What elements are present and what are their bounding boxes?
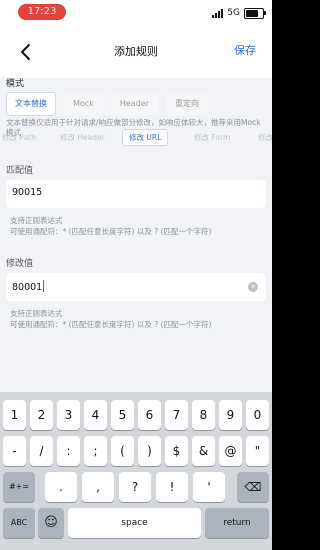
key-exclamation[interactable]: ! (156, 472, 188, 502)
key-4[interactable]: 4 (84, 400, 107, 430)
key-9[interactable]: 9 (219, 400, 242, 430)
match-value: 90015 (12, 187, 43, 198)
key-6[interactable]: 6 (138, 400, 161, 430)
status-indicators: 5G (212, 6, 266, 20)
status-time: 17:23 (18, 4, 66, 20)
replace-value: 80001 (12, 282, 43, 293)
replace-value-wrap: 80001 (12, 280, 45, 293)
mode-option-redirect[interactable]: 重定向 (165, 92, 208, 116)
backspace-key[interactable]: ⌫ (237, 472, 269, 502)
network-label: 5G (227, 8, 240, 18)
save-button[interactable]: 保存 (234, 42, 256, 58)
emoji-icon: ☺ (44, 515, 58, 530)
screen: 17:23 5G 添加规则 保存 模式 文本替换 Mock Header 重定向… (0, 0, 272, 550)
key-dollar[interactable]: $ (165, 436, 188, 466)
battery-icon (244, 7, 266, 19)
mode-selector: 文本替换 Mock Header 重定向 (6, 92, 208, 116)
key-slash[interactable]: / (30, 436, 53, 466)
key-abc[interactable]: ABC (3, 508, 35, 538)
key-2[interactable]: 2 (30, 400, 53, 430)
key-open-paren[interactable]: ( (111, 436, 134, 466)
mode-hint: 文本替换仅适用于针对请求/响应做部分修改，如响应体较大，推荐采用Mock模式 (6, 118, 261, 137)
signal-icon (212, 8, 224, 18)
status-bar: 17:23 5G (0, 0, 272, 26)
navigation-bar: 添加规则 保存 (0, 26, 272, 78)
return-key[interactable]: return (205, 508, 269, 538)
key-period[interactable]: . (45, 472, 77, 502)
key-3[interactable]: 3 (57, 400, 80, 430)
key-apostrophe[interactable]: ' (193, 472, 225, 502)
mode-section-label: 模式 (6, 79, 25, 89)
space-key[interactable]: space (68, 508, 201, 538)
key-0[interactable]: 0 (246, 400, 269, 430)
backspace-icon: ⌫ (244, 480, 262, 494)
match-note-1: 支持正则表达式 (10, 216, 63, 225)
key-8[interactable]: 8 (192, 400, 215, 430)
match-label: 匹配值 (6, 166, 34, 176)
match-field[interactable]: 90015 (6, 180, 266, 208)
mode-option-header[interactable]: Header (110, 92, 158, 116)
key-7[interactable]: 7 (165, 400, 188, 430)
emoji-key[interactable]: ☺ (38, 508, 64, 538)
key-quote[interactable]: " (246, 436, 269, 466)
key-symbols-toggle[interactable]: #+= (3, 472, 35, 502)
key-semicolon[interactable]: ; (84, 436, 107, 466)
key-1[interactable]: 1 (3, 400, 26, 430)
clear-icon[interactable]: ✕ (248, 282, 258, 292)
key-comma[interactable]: , (82, 472, 114, 502)
replace-note-2: 可使用通配符：* (匹配任意长度字符) 以及 ? (匹配一个字符) (10, 320, 212, 329)
key-at[interactable]: @ (219, 436, 242, 466)
keyboard: 1 2 3 4 5 6 7 8 9 0 - / : ; ( ) $ & @ " … (0, 392, 272, 550)
mode-option-text-replace[interactable]: 文本替换 (6, 92, 56, 116)
key-hyphen[interactable]: - (3, 436, 26, 466)
replace-field[interactable]: 80001 ✕ (6, 273, 266, 301)
text-caret (43, 280, 45, 292)
replace-label: 修改值 (6, 259, 34, 269)
key-colon[interactable]: : (57, 436, 80, 466)
page-title: 添加规则 (114, 45, 158, 58)
key-ampersand[interactable]: & (192, 436, 215, 466)
match-note-2: 可使用通配符：* (匹配任意长度字符) 以及 ? (匹配一个字符) (10, 227, 212, 236)
mode-option-mock[interactable]: Mock (64, 92, 103, 116)
replace-note-1: 支持正则表达式 (10, 309, 63, 318)
key-question[interactable]: ? (119, 472, 151, 502)
key-close-paren[interactable]: ) (138, 436, 161, 466)
key-5[interactable]: 5 (111, 400, 134, 430)
